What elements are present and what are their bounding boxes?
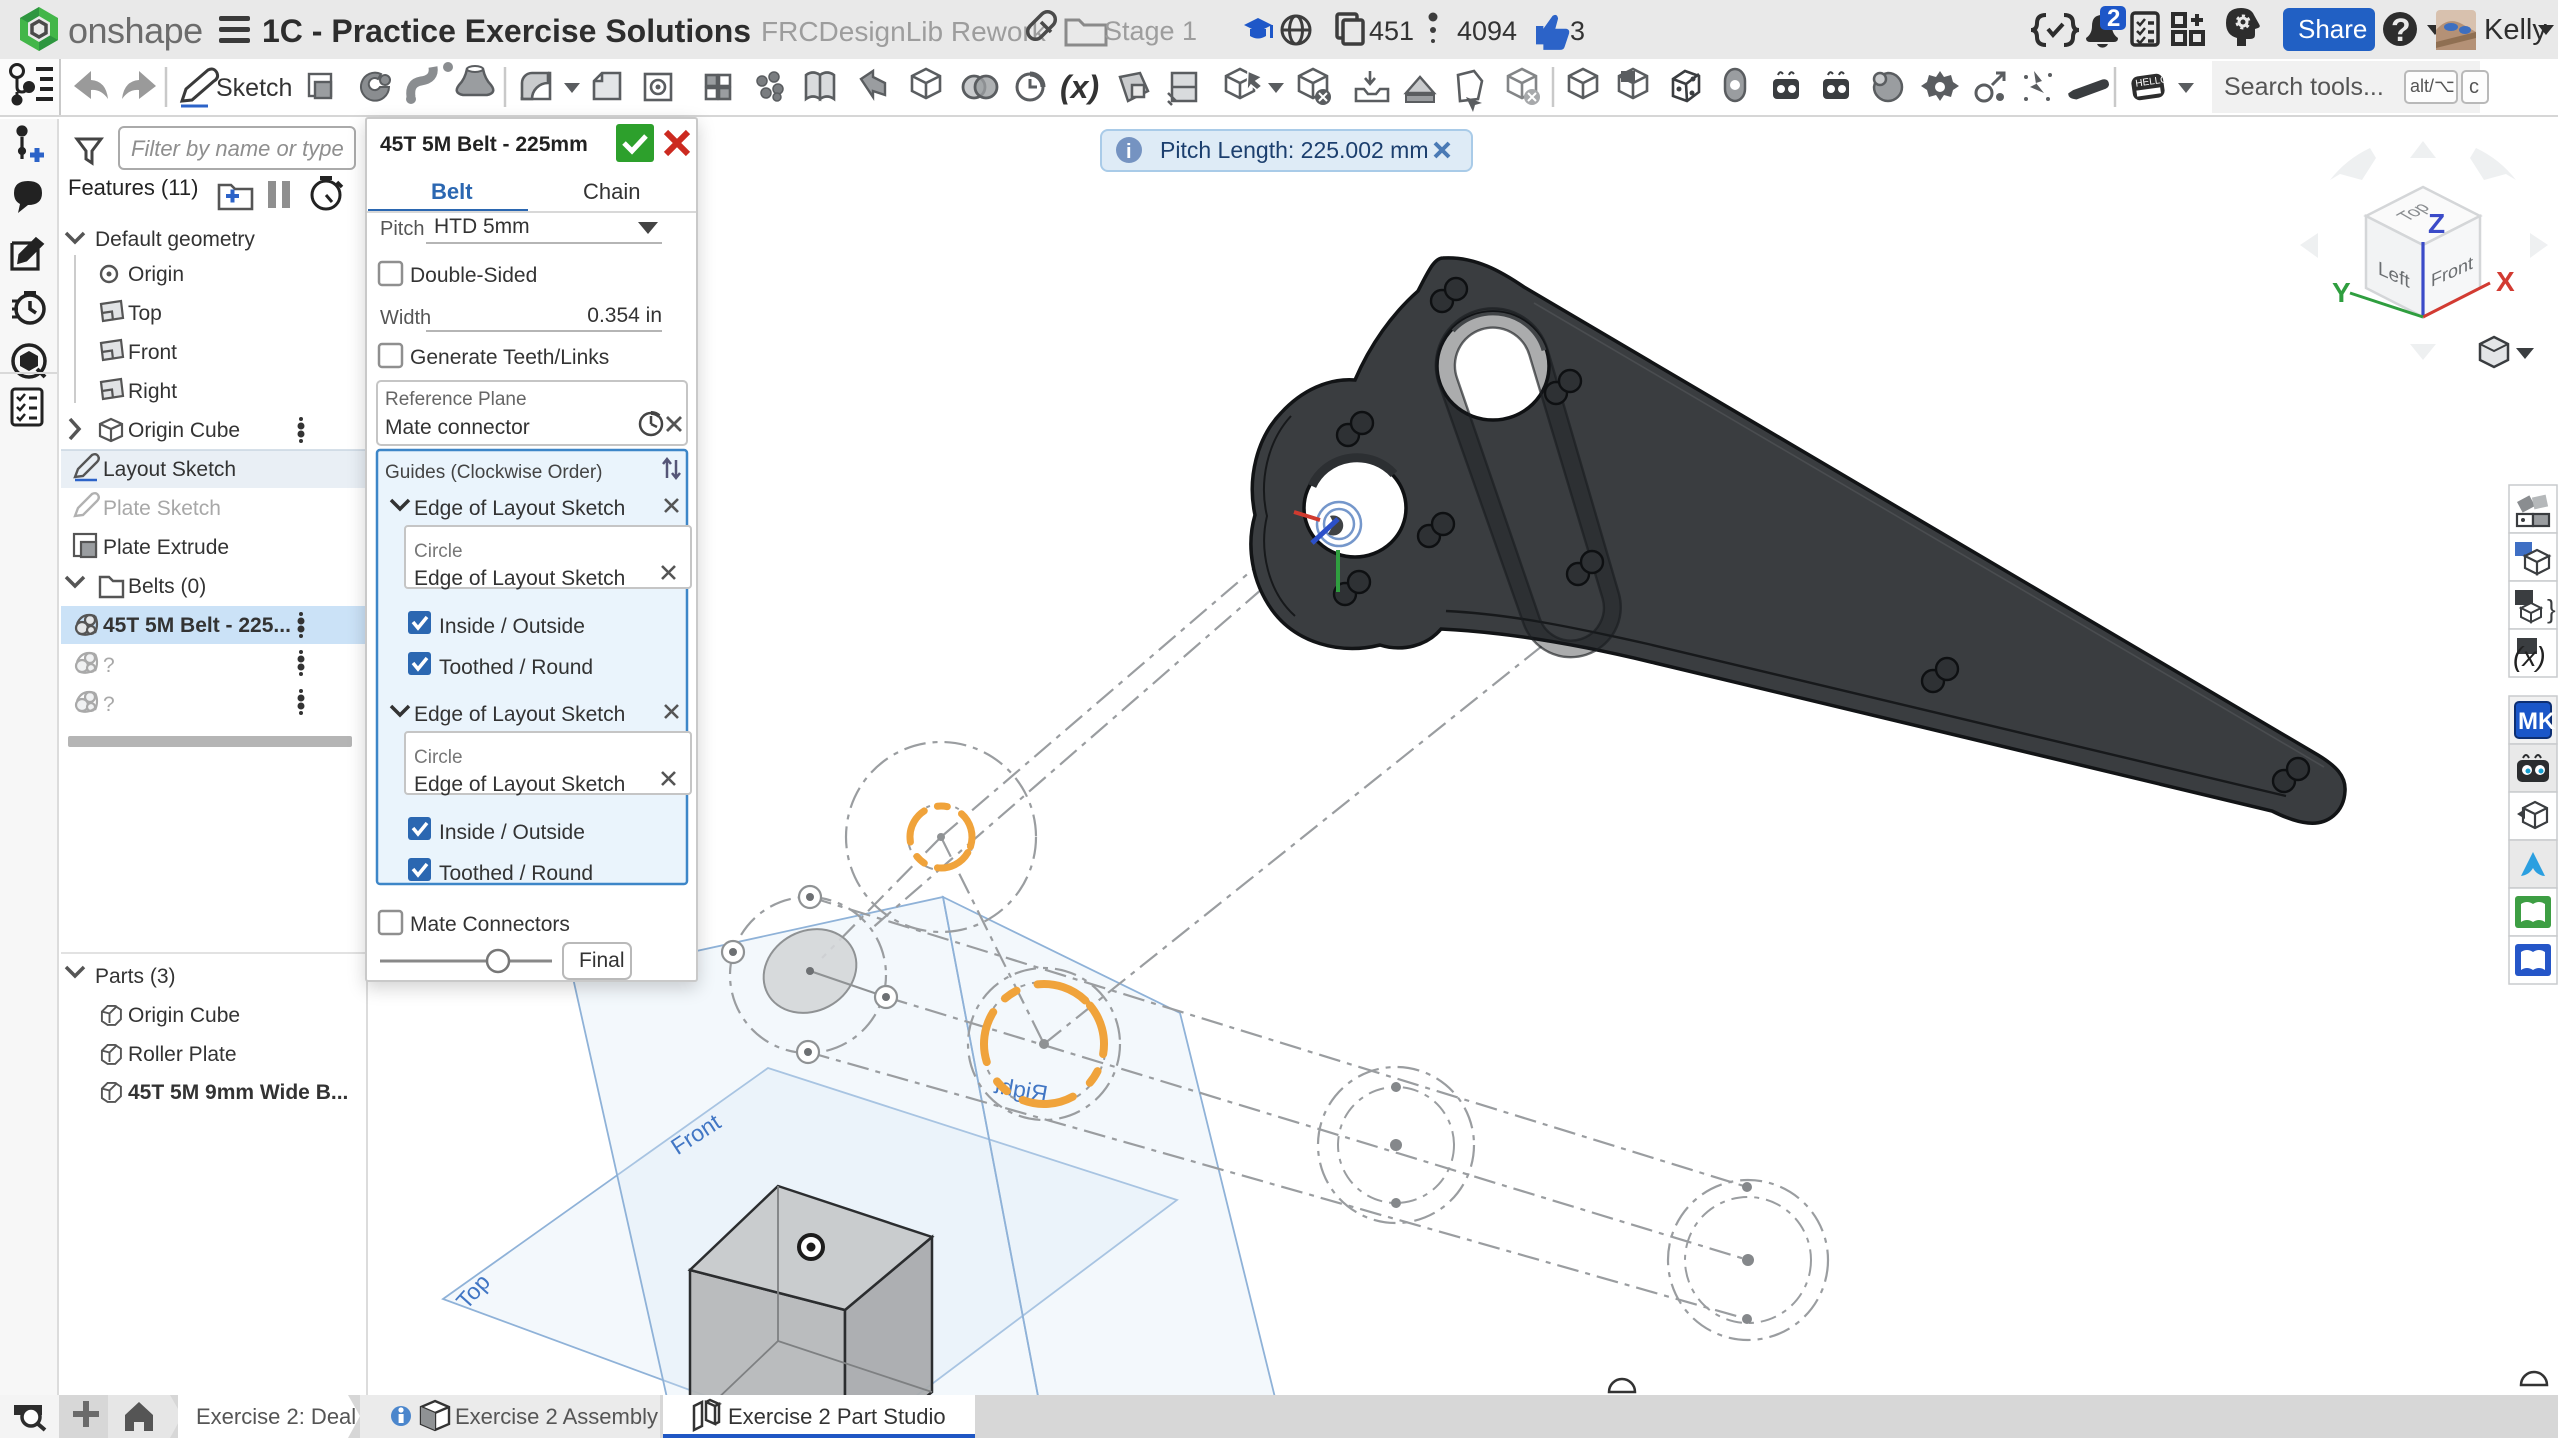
svg-text:Exercise 2: Deal: Exercise 2: Deal	[196, 1404, 356, 1429]
svg-text:Origin: Origin	[128, 263, 184, 286]
svg-text:Toothed / Round: Toothed / Round	[439, 862, 593, 885]
svg-text:Exercise 2 Part Studio: Exercise 2 Part Studio	[728, 1404, 946, 1429]
svg-text:Edge of Layout Sketch: Edge of Layout Sketch	[414, 773, 625, 796]
svg-text:Share: Share	[2298, 14, 2367, 44]
svg-text:?: ?	[2391, 12, 2411, 48]
svg-text:Roller Plate: Roller Plate	[128, 1043, 237, 1066]
svg-text:onshape: onshape	[68, 10, 203, 51]
svg-text:Search tools...: Search tools...	[2224, 73, 2384, 101]
svg-text:Final: Final	[579, 949, 625, 972]
svg-text:Origin Cube: Origin Cube	[128, 419, 240, 442]
svg-text:Origin Cube: Origin Cube	[128, 1004, 240, 1027]
svg-text:X: X	[2496, 266, 2515, 297]
svg-text:Toothed / Round: Toothed / Round	[439, 656, 593, 679]
svg-text:Pitch: Pitch	[380, 218, 424, 240]
svg-text:Parts (3): Parts (3)	[95, 965, 176, 988]
svg-text:Default geometry: Default geometry	[95, 228, 255, 251]
svg-text:Features (11): Features (11)	[68, 175, 198, 200]
svg-text:3: 3	[1570, 16, 1585, 46]
svg-text:c: c	[2469, 76, 2479, 98]
svg-text:451: 451	[1369, 16, 1414, 46]
svg-text:0.354 in: 0.354 in	[587, 304, 662, 327]
svg-text:Layout Sketch: Layout Sketch	[103, 458, 236, 481]
svg-text:FRCDesignLib Rework: FRCDesignLib Rework	[761, 16, 1047, 47]
svg-text:(x): (x)	[1060, 69, 1099, 105]
svg-text:4094: 4094	[1457, 16, 1517, 46]
svg-text:Reference Plane: Reference Plane	[385, 389, 527, 410]
svg-text:Guides (Clockwise Order): Guides (Clockwise Order)	[385, 462, 603, 483]
svg-text:Sketch: Sketch	[216, 74, 292, 102]
svg-text:Filter by name or type: Filter by name or type	[131, 136, 344, 161]
svg-text:Chain: Chain	[583, 179, 640, 204]
svg-text:Plate Sketch: Plate Sketch	[103, 497, 221, 520]
svg-text:(x): (x)	[2513, 641, 2546, 672]
svg-text:Generate Teeth/Links: Generate Teeth/Links	[410, 346, 609, 369]
svg-text:Edge of Layout Sketch: Edge of Layout Sketch	[414, 497, 625, 520]
svg-text:Z: Z	[2428, 208, 2445, 239]
svg-text:Top: Top	[128, 302, 162, 325]
svg-text:?: ?	[103, 654, 115, 677]
svg-text:Front: Front	[128, 341, 177, 364]
svg-text:Belt: Belt	[431, 179, 473, 204]
svg-text:2: 2	[2107, 5, 2120, 32]
svg-text:Edge of Layout Sketch: Edge of Layout Sketch	[414, 703, 625, 726]
svg-text:Exercise 2 Assembly: Exercise 2 Assembly	[455, 1404, 658, 1429]
svg-text:HTD 5mm: HTD 5mm	[434, 215, 530, 238]
svg-text:?: ?	[103, 693, 115, 716]
svg-text:Edge of Layout Sketch: Edge of Layout Sketch	[414, 567, 625, 590]
svg-text:45T 5M 9mm Wide B...: 45T 5M 9mm Wide B...	[128, 1081, 348, 1104]
svg-text:Width: Width	[380, 307, 431, 329]
svg-text:Circle: Circle	[414, 541, 463, 562]
svg-text:alt/⌥: alt/⌥	[2410, 76, 2455, 96]
svg-text:1C - Practice Exercise Solutio: 1C - Practice Exercise Solutions	[262, 13, 751, 49]
svg-text:Right: Right	[128, 380, 177, 403]
svg-text:Double-Sided: Double-Sided	[410, 264, 537, 287]
svg-text:Kelly: Kelly	[2484, 14, 2547, 46]
svg-text:i: i	[1126, 141, 1132, 163]
svg-text:Mate Connectors: Mate Connectors	[410, 913, 570, 936]
svg-text:Mate connector: Mate connector	[385, 416, 530, 439]
svg-text:Stage 1: Stage 1	[1104, 16, 1197, 46]
svg-text:Plate Extrude: Plate Extrude	[103, 536, 229, 559]
svg-text:Circle: Circle	[414, 747, 463, 768]
svg-text:Inside / Outside: Inside / Outside	[439, 821, 585, 844]
svg-text:Inside / Outside: Inside / Outside	[439, 615, 585, 638]
svg-text:Pitch Length: 225.002 mm: Pitch Length: 225.002 mm	[1160, 137, 1429, 163]
svg-text:Belts (0): Belts (0)	[128, 575, 206, 598]
svg-text:45T 5M Belt - 225mm: 45T 5M Belt - 225mm	[380, 133, 588, 156]
svg-text:MK: MK	[2518, 708, 2556, 735]
svg-text:45T 5M Belt - 225...: 45T 5M Belt - 225...	[103, 614, 291, 637]
svg-text:}: }	[2547, 594, 2556, 624]
svg-text:Y: Y	[2332, 277, 2351, 308]
